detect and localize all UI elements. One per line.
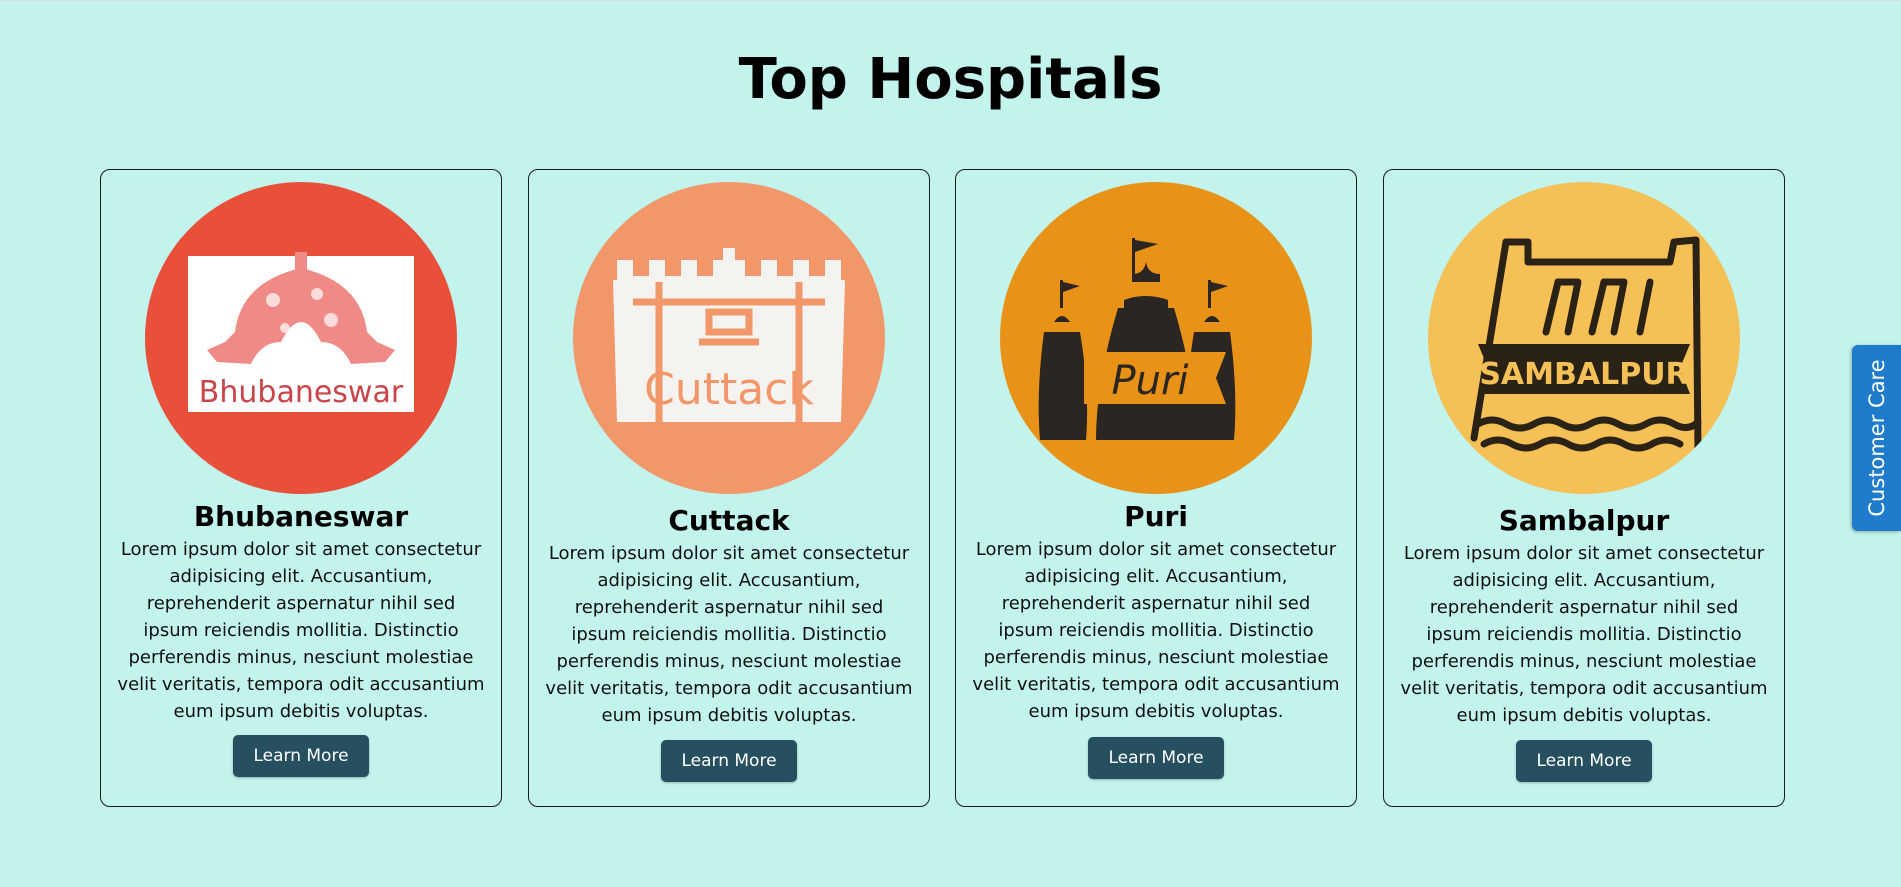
learn-more-button[interactable]: Learn More xyxy=(233,735,369,777)
card-title: Sambalpur xyxy=(1498,504,1670,537)
card-description: Lorem ipsum dolor sit amet consectetur a… xyxy=(1400,543,1768,726)
sambalpur-logo: SAMBALPUR xyxy=(1428,182,1740,494)
temple-dome-icon: Bhubaneswar xyxy=(145,182,457,494)
card-description: Lorem ipsum dolor sit amet consectetur a… xyxy=(117,539,485,722)
temple-icon: Puri xyxy=(1000,182,1312,494)
card-description: Lorem ipsum dolor sit amet consectetur a… xyxy=(972,539,1340,722)
hospital-card-bhubaneswar: Bhubaneswar Bhubaneswar Lorem ipsum dolo… xyxy=(100,169,502,807)
learn-more-button[interactable]: Learn More xyxy=(1516,740,1652,782)
card-description: Lorem ipsum dolor sit amet consectetur a… xyxy=(545,543,913,726)
logo-text: Cuttack xyxy=(644,364,814,415)
cuttack-logo: Cuttack xyxy=(573,182,885,494)
hospital-card-sambalpur: SAMBALPUR Sambalpur Lorem ipsum dolor si… xyxy=(1383,169,1785,807)
page-title: Top Hospitals xyxy=(738,47,1163,112)
card-title: Puri xyxy=(1124,500,1188,533)
customer-care-tab[interactable]: Customer Care xyxy=(1852,345,1901,531)
customer-care-label: Customer Care xyxy=(1864,359,1889,517)
bhubaneswar-logo: Bhubaneswar xyxy=(145,182,457,494)
learn-more-button[interactable]: Learn More xyxy=(1088,737,1224,779)
puri-logo: Puri xyxy=(1000,182,1312,494)
card-title: Bhubaneswar xyxy=(193,500,409,533)
dam-icon: SAMBALPUR xyxy=(1428,182,1740,494)
logo-text: Puri xyxy=(1111,358,1188,404)
learn-more-button[interactable]: Learn More xyxy=(661,740,797,782)
hospital-card-puri: Puri Puri Lorem ipsum dolor sit amet con… xyxy=(955,169,1357,807)
hospital-card-cuttack: Cuttack Cuttack Lorem ipsum dolor sit am… xyxy=(528,169,930,807)
card-title: Cuttack xyxy=(668,504,790,537)
fort-icon: Cuttack xyxy=(573,182,885,494)
logo-text: SAMBALPUR xyxy=(1479,357,1688,392)
logo-text: Bhubaneswar xyxy=(199,375,404,410)
